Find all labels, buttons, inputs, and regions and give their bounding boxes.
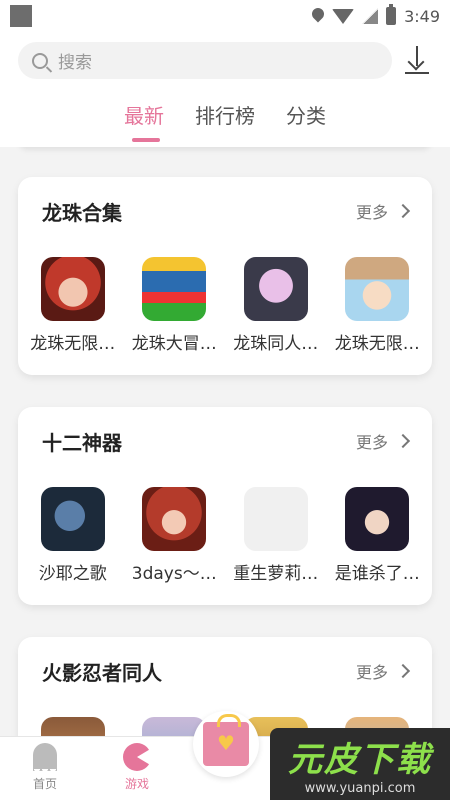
game-item[interactable]: 龙珠同人… bbox=[225, 257, 327, 354]
no-signal-icon bbox=[362, 8, 379, 24]
game-name: 是谁杀了… bbox=[334, 564, 420, 584]
watermark-url: www.yuanpi.com bbox=[304, 781, 416, 796]
nav-game-label: 游戏 bbox=[124, 777, 149, 791]
game-list: 沙耶之歌 3days～… 重生萝莉… 是谁杀了… bbox=[22, 487, 428, 584]
game-name: 3days～… bbox=[131, 564, 217, 584]
more-button[interactable]: 更多 bbox=[355, 429, 411, 453]
girl-with-hat-icon bbox=[345, 257, 410, 321]
red-haired-anime-girl-icon bbox=[142, 487, 207, 551]
more-label: 更多 bbox=[355, 663, 388, 682]
game-item[interactable]: 沙耶之歌 bbox=[22, 487, 124, 584]
game-name: 龙珠无限… bbox=[30, 334, 116, 354]
chevron-right-icon bbox=[395, 663, 411, 679]
download-icon-arrow bbox=[407, 53, 425, 71]
gift-button[interactable] bbox=[193, 711, 259, 777]
tab-latest-label: 最新 bbox=[124, 104, 164, 128]
nav-home-label: 首页 bbox=[32, 777, 57, 791]
tab-indicator bbox=[132, 138, 160, 142]
section-card-dragonball: 龙珠合集 更多 龙珠无限… 龙珠大冒… 龙珠同人… 龙珠无限… bbox=[18, 177, 432, 375]
nav-game[interactable]: 游戏 bbox=[107, 743, 167, 792]
game-name: 沙耶之歌 bbox=[38, 564, 107, 584]
download-button[interactable] bbox=[402, 46, 432, 76]
section-title: 十二神器 bbox=[42, 431, 122, 455]
ghost-icon bbox=[33, 743, 57, 775]
game-name: 重生萝莉… bbox=[233, 564, 319, 584]
game-item[interactable]: 龙珠无限… bbox=[22, 257, 124, 354]
game-name: 龙珠同人… bbox=[233, 334, 319, 354]
more-button[interactable]: 更多 bbox=[355, 659, 411, 683]
content-scroll[interactable]: 龙珠合集 更多 龙珠无限… 龙珠大冒… 龙珠同人… 龙珠无限… 十二神器 更多 … bbox=[0, 147, 450, 736]
placeholder-icon bbox=[243, 487, 308, 551]
nav-home[interactable]: 首页 bbox=[15, 743, 75, 792]
red-haired-girl-icon bbox=[40, 257, 105, 321]
game-item[interactable] bbox=[22, 717, 124, 736]
wifi-icon bbox=[332, 8, 355, 24]
dragon-ball-logo-icon bbox=[142, 257, 207, 321]
battery-icon bbox=[386, 4, 397, 25]
watermark-logo: 元皮下载 bbox=[288, 740, 432, 780]
more-button[interactable]: 更多 bbox=[355, 199, 411, 223]
game-item[interactable]: 3days～… bbox=[124, 487, 226, 584]
tab-category[interactable]: 分类 bbox=[286, 100, 326, 129]
search-icon bbox=[32, 52, 48, 69]
section-title: 龙珠合集 bbox=[42, 201, 122, 225]
tab-ranking[interactable]: 排行榜 bbox=[195, 100, 255, 129]
game-item[interactable]: 龙珠大冒… bbox=[124, 257, 226, 354]
gift-icon bbox=[203, 714, 249, 766]
android-girl-icon bbox=[243, 257, 308, 321]
search-input[interactable]: 搜索 bbox=[18, 42, 392, 79]
chevron-right-icon bbox=[395, 433, 411, 449]
saya-no-uta-icon bbox=[40, 487, 105, 551]
game-name: 龙珠大冒… bbox=[131, 334, 217, 354]
location-icon bbox=[312, 8, 324, 24]
search-placeholder: 搜索 bbox=[58, 53, 92, 73]
status-time: 3:49 bbox=[404, 6, 440, 26]
tab-latest[interactable]: 最新 bbox=[124, 100, 164, 142]
game-item[interactable]: 重生萝莉… bbox=[225, 487, 327, 584]
section-title: 火影忍者同人 bbox=[42, 661, 162, 685]
notification-icon bbox=[10, 5, 32, 27]
more-label: 更多 bbox=[355, 433, 388, 452]
header: 搜索 最新 排行榜 分类 bbox=[0, 32, 450, 147]
game-item[interactable]: 是谁杀了… bbox=[327, 487, 429, 584]
game-thumbnail-icon bbox=[40, 717, 105, 736]
game-item[interactable]: 龙珠无限… bbox=[327, 257, 429, 354]
dark-haired-girl-icon bbox=[345, 487, 410, 551]
download-icon-base bbox=[405, 72, 429, 74]
tab-ranking-label: 排行榜 bbox=[195, 104, 255, 128]
more-label: 更多 bbox=[355, 203, 388, 222]
top-tabs: 最新 排行榜 分类 bbox=[0, 100, 450, 142]
game-name: 龙珠无限… bbox=[334, 334, 420, 354]
game-list: 龙珠无限… 龙珠大冒… 龙珠同人… 龙珠无限… bbox=[22, 257, 428, 354]
gamepad-icon bbox=[123, 743, 151, 771]
tab-category-label: 分类 bbox=[286, 104, 326, 128]
section-card-twelve-artifacts: 十二神器 更多 沙耶之歌 3days～… 重生萝莉… 是谁杀了… bbox=[18, 407, 432, 605]
chevron-right-icon bbox=[395, 203, 411, 219]
status-bar: 3:49 bbox=[0, 0, 450, 32]
status-icons: 3:49 bbox=[312, 4, 440, 26]
watermark: 元皮下载 www.yuanpi.com bbox=[270, 728, 450, 800]
